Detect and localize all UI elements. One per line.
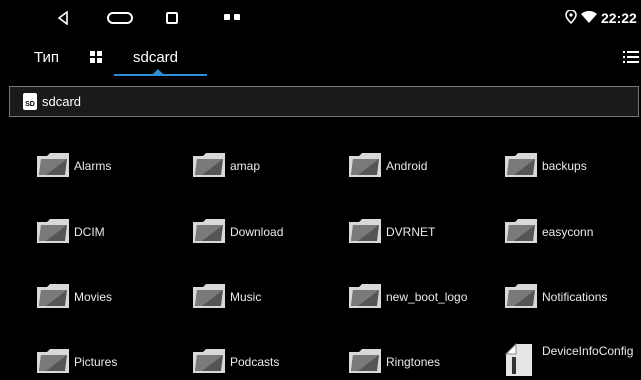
item-label: Download [230, 225, 284, 239]
folder-item[interactable]: DVRNET [348, 216, 498, 250]
path-text: sdcard [42, 94, 82, 109]
wifi-icon [581, 11, 597, 23]
folder-icon [193, 349, 225, 373]
folder-item[interactable]: Podcasts [192, 346, 342, 380]
folder-item[interactable]: Pictures [36, 346, 186, 380]
clock: 22:22 [601, 10, 637, 26]
tab-indicator [114, 74, 207, 76]
folder-item[interactable]: Alarms [36, 150, 186, 184]
item-label: easyconn [542, 225, 594, 239]
item-label: backups [542, 159, 587, 173]
folder-icon [505, 219, 537, 243]
folder-icon [193, 153, 225, 177]
location-icon [565, 10, 577, 24]
grid-view-icon[interactable] [90, 51, 102, 63]
folder-icon [37, 284, 69, 308]
folder-item[interactable]: amap [192, 150, 342, 184]
item-label: Pictures [74, 355, 118, 369]
folder-icon [37, 219, 69, 243]
folder-item[interactable]: Notifications [504, 281, 641, 315]
folder-icon [505, 153, 537, 177]
recent-apps-icon[interactable] [166, 12, 178, 24]
folder-icon [505, 284, 537, 308]
folder-icon [193, 284, 225, 308]
folder-icon [37, 349, 69, 373]
item-label: DeviceInfoConfig [542, 344, 634, 358]
item-label: Music [230, 290, 262, 304]
folder-icon [193, 219, 225, 243]
folder-item[interactable]: new_boot_logo [348, 281, 498, 315]
file-icon [504, 343, 532, 376]
folder-item[interactable]: easyconn [504, 216, 641, 250]
folder-icon [37, 153, 69, 177]
tab-bar: Тип sdcard [0, 36, 641, 78]
home-icon[interactable] [107, 12, 133, 24]
list-menu-icon[interactable] [623, 50, 639, 64]
folder-icon [349, 349, 381, 373]
file-item[interactable]: DeviceInfoConfig [504, 343, 641, 377]
tab-type[interactable]: Тип [34, 49, 59, 66]
status-bar: 22:22 [0, 0, 641, 33]
item-label: new_boot_logo [386, 290, 468, 304]
folder-item[interactable]: backups [504, 150, 641, 184]
path-bar[interactable]: SD sdcard [9, 86, 639, 117]
notification-icon [234, 14, 240, 20]
item-label: Notifications [542, 290, 608, 304]
item-label: Android [386, 159, 428, 173]
folder-icon [349, 153, 381, 177]
folder-item[interactable]: Movies [36, 281, 186, 315]
back-icon[interactable] [57, 11, 69, 25]
folder-icon [349, 219, 381, 243]
folder-icon [349, 284, 381, 308]
folder-item[interactable]: Ringtones [348, 346, 498, 380]
item-label: DVRNET [386, 225, 436, 239]
folder-item[interactable]: Download [192, 216, 342, 250]
notification-icon [224, 14, 230, 20]
folder-item[interactable]: DCIM [36, 216, 186, 250]
item-label: Podcasts [230, 355, 280, 369]
item-label: DCIM [74, 225, 105, 239]
item-label: Ringtones [386, 355, 441, 369]
item-label: Alarms [74, 159, 112, 173]
tab-sdcard[interactable]: sdcard [133, 49, 178, 66]
item-label: amap [230, 159, 261, 173]
folder-item[interactable]: Android [348, 150, 498, 184]
folder-item[interactable]: Music [192, 281, 342, 315]
item-label: Movies [74, 290, 113, 304]
sd-card-icon: SD [23, 93, 37, 110]
